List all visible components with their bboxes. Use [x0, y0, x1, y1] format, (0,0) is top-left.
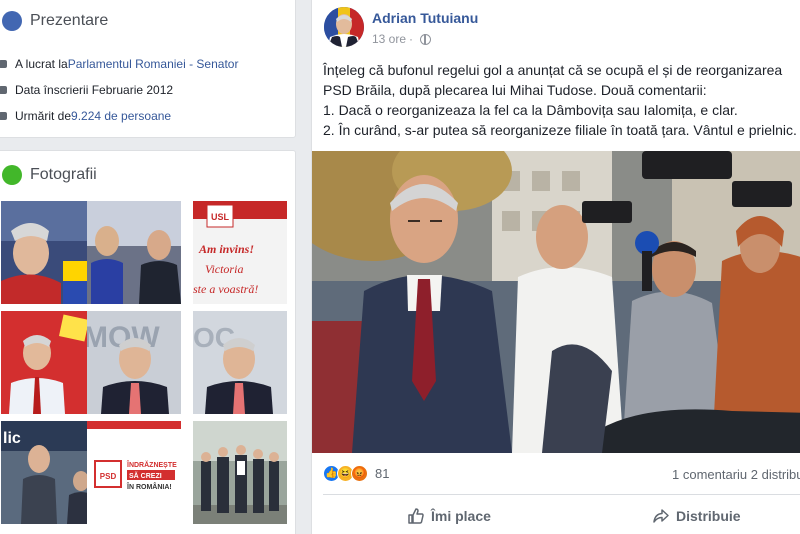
clock-icon [0, 86, 7, 94]
angry-reaction-icon: 😡 [351, 465, 368, 482]
like-label: Îmi place [431, 508, 491, 524]
photos-header: Fotografii [2, 165, 97, 185]
post-line: 1. Dacă o reorganizeaza la fel ca la Dâm… [323, 102, 738, 118]
post-photo[interactable] [312, 151, 800, 453]
post-card: Adrian Tutuianu 13 ore · Înțeleg că bufo… [311, 0, 800, 534]
intro-row-followers: Urmărit de 9.224 de persoane [0, 109, 171, 123]
post-time[interactable]: 13 ore [372, 32, 406, 46]
svg-text:ÎNDRĂZNEȘTE: ÎNDRĂZNEȘTE [126, 460, 177, 469]
briefcase-icon [0, 60, 7, 68]
intro-row-work: A lucrat la Parlamentul Romaniei - Senat… [0, 57, 238, 71]
svg-text:Am invins!: Am invins! [198, 242, 254, 256]
post-divider [323, 494, 800, 495]
share-arrow-icon [653, 509, 669, 523]
like-button[interactable]: Îmi place [407, 507, 491, 525]
thumbs-up-icon [408, 508, 424, 524]
svg-text:SĂ CREZI: SĂ CREZI [129, 471, 162, 480]
post-line: Înțeleg că bufonul regelui gol a anunțat… [323, 62, 783, 78]
intro-header: Prezentare [2, 11, 109, 31]
photos-icon [2, 165, 22, 185]
work-link[interactable]: Parlamentul Romaniei - Senator [68, 57, 239, 71]
svg-text:PSD: PSD [100, 472, 117, 481]
post-author[interactable]: Adrian Tutuianu [372, 10, 478, 26]
reaction-count: 81 [375, 466, 390, 481]
photo-tile[interactable]: OC [193, 311, 287, 414]
svg-text:Victoria: Victoria [205, 262, 243, 276]
photo-tile[interactable] [1, 201, 95, 304]
followers-icon [0, 112, 7, 120]
photo-tile[interactable] [1, 311, 95, 414]
photo-tile-psd[interactable]: PSD ÎNDRĂZNEȘTE SĂ CREZI ÎN ROMÂNIA! [87, 421, 181, 524]
post-stats[interactable]: 1 comentariu 2 distribuiri [672, 467, 800, 482]
followers-link[interactable]: 9.224 de persoane [71, 109, 171, 123]
intro-row-joined: Data înscrierii Februarie 2012 [0, 83, 173, 97]
photo-tile[interactable] [193, 421, 287, 524]
post-meta: 13 ore · [372, 32, 432, 46]
svg-text:USL: USL [211, 212, 230, 222]
globe-icon [420, 33, 432, 45]
intro-icon [2, 11, 22, 31]
post-text: Înțeleg că bufonul regelui gol a anunțat… [323, 60, 800, 140]
reactions-summary[interactable]: 👍 😆 😡 81 [323, 465, 389, 482]
photo-tile[interactable] [87, 201, 181, 304]
photo-tile[interactable]: MOW [87, 311, 181, 414]
photos-title: Fotografii [30, 166, 97, 183]
intro-row-work-text: A lucrat la [15, 57, 68, 71]
intro-row-followers-text: Urmărit de [15, 109, 72, 123]
share-button[interactable]: Distribuie [652, 507, 741, 525]
photos-card: Fotografii USL Am invins! Victoria ste a… [0, 150, 296, 534]
photo-tile[interactable]: lic [1, 421, 95, 524]
intro-row-joined-text: Data înscrierii Februarie 2012 [15, 83, 174, 97]
svg-text:ÎN ROMÂNIA!: ÎN ROMÂNIA! [126, 482, 172, 491]
post-line: 2. În curând, s-ar putea să reorganizeze… [323, 122, 797, 138]
photo-tile-usl[interactable]: USL Am invins! Victoria ste a voastră! [193, 201, 287, 304]
svg-text:ste a voastră!: ste a voastră! [193, 282, 258, 296]
post-line: PSD Brăila, după plecarea lui Mihai Tudo… [323, 82, 707, 98]
author-avatar[interactable] [324, 7, 364, 47]
share-label: Distribuie [676, 508, 741, 524]
intro-title: Prezentare [30, 12, 109, 29]
intro-card: Prezentare A lucrat la Parlamentul Roman… [0, 0, 296, 138]
tile-text: lic [3, 430, 21, 447]
